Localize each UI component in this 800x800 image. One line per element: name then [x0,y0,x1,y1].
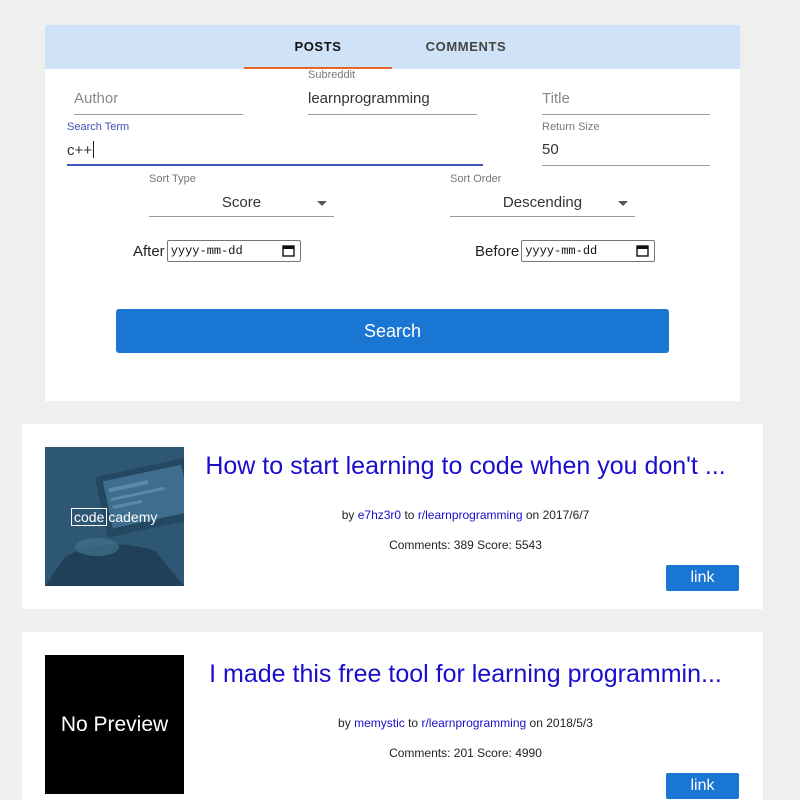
tab-posts[interactable]: POSTS [244,25,392,69]
post-stats: Comments: 201 Score: 4990 [389,746,542,760]
post-meta: by e7hz3r0 to r/learnprogramming on 2017… [341,508,590,522]
text-caret [93,141,95,158]
search-term-input[interactable]: c++ [67,141,95,159]
no-preview-thumbnail[interactable]: No Preview [45,655,184,794]
subreddit-link[interactable]: r/learnprogramming [421,716,526,730]
return-size-value: 50 [542,141,559,158]
return-size-field[interactable]: Return Size 50 [542,121,710,166]
link-button[interactable]: link [666,565,739,591]
link-button[interactable]: link [666,773,739,799]
subreddit-link[interactable]: r/learnprogramming [418,508,523,522]
sort-type-label: Sort Type [149,173,196,185]
sort-type-select[interactable]: Sort Type Score [149,173,334,217]
calendar-icon[interactable] [636,244,649,257]
post-thumbnail[interactable]: code cademy [45,447,184,586]
no-preview-text: No Preview [60,712,169,736]
title-placeholder: Title [542,90,570,107]
before-date-input[interactable]: yyyy-mm-dd [521,240,656,262]
search-term-underline [67,164,483,166]
subreddit-value: learnprogramming [308,90,430,107]
search-term-value: c++ [67,142,93,159]
sort-order-dropdown-icon [618,201,628,206]
post-date: 2017/6/7 [542,508,590,522]
return-size-underline [542,165,710,166]
subreddit-underline [308,114,477,115]
score-value: 5543 [515,538,542,552]
return-size-label: Return Size [542,121,600,133]
search-panel: POSTS COMMENTS Author Subreddit learnpro… [45,25,740,401]
author-field[interactable]: Author [74,83,243,115]
post-title-link[interactable]: I made this free tool for learning progr… [193,660,738,689]
sort-type-value: Score [221,194,262,211]
after-label: After [133,242,165,260]
sort-order-select[interactable]: Sort Order Descending [450,173,635,217]
search-term-field[interactable]: Search Term c++ [67,121,483,166]
calendar-icon[interactable] [281,244,295,257]
after-date-group: After yyyy-mm-dd [133,239,301,263]
author-underline [74,114,243,115]
post-meta: by memystic to r/learnprogramming on 201… [338,716,593,730]
subreddit-field[interactable]: Subreddit learnprogramming [308,69,477,115]
sort-type-dropdown-icon [317,201,327,206]
result-card: code cademy How to start learning to code… [22,424,763,609]
before-date-group: Before yyyy-mm-dd [475,239,656,263]
post-title-link[interactable]: How to start learning to code when you d… [193,452,738,481]
post-date: 2018/5/3 [546,716,593,730]
title-field[interactable]: Title [542,83,710,115]
result-card: No Preview I made this free tool for lea… [22,632,763,800]
codecademy-logo: code cademy [71,508,157,526]
sort-order-value: Descending [502,194,583,211]
score-value: 4990 [515,746,542,760]
tab-bar: POSTS COMMENTS [45,25,740,69]
title-underline [542,114,710,115]
author-placeholder: Author [74,90,119,107]
subreddit-label: Subreddit [308,69,356,81]
search-button[interactable]: Search [116,309,669,353]
search-term-label: Search Term [67,121,130,133]
before-date-placeholder: yyyy-mm-dd [525,244,598,258]
author-link[interactable]: e7hz3r0 [358,508,401,522]
sort-order-label: Sort Order [450,173,502,185]
before-label: Before [475,242,520,260]
author-link[interactable]: memystic [354,716,405,730]
after-date-placeholder: yyyy-mm-dd [170,244,243,258]
comment-count: 201 [453,746,474,760]
sort-type-underline [149,216,334,217]
tab-comments[interactable]: COMMENTS [392,25,540,69]
sort-order-underline [450,216,635,217]
comment-count: 389 [453,538,474,552]
post-stats: Comments: 389 Score: 5543 [389,538,542,552]
after-date-input[interactable]: yyyy-mm-dd [166,240,301,262]
